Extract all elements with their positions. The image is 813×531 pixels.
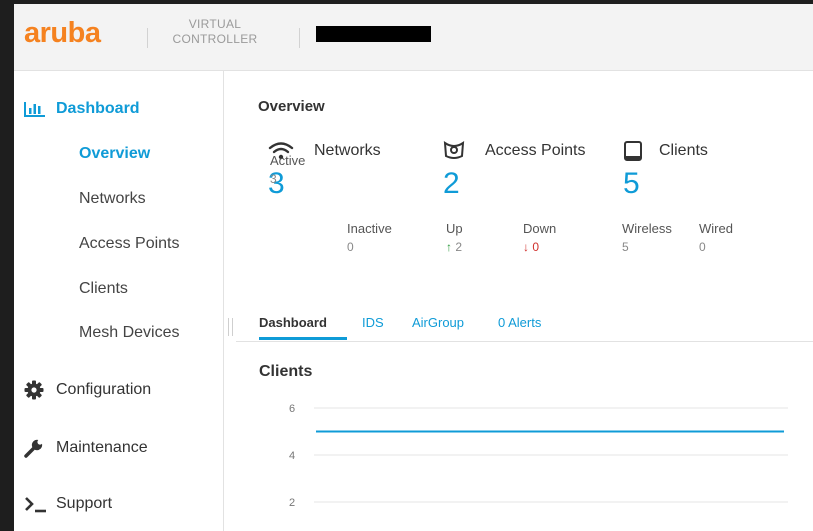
clients-wired-value: 0	[699, 240, 706, 254]
networks-inactive-label: Inactive	[347, 221, 392, 236]
sidebar-item-support[interactable]: Support	[24, 495, 112, 513]
sidebar-item-label: Dashboard	[56, 100, 140, 117]
up-count: 2	[455, 240, 463, 254]
networks-inactive-value: 0	[347, 240, 354, 254]
sidebar-item-label: Maintenance	[56, 439, 148, 456]
networks-active: Active 3	[270, 153, 305, 186]
product-name-line1: VIRTUAL	[188, 17, 242, 31]
networks-inactive: Inactive 0	[347, 221, 392, 254]
clients-chart: 6 4 2	[289, 403, 788, 509]
networks-active-value: 3	[270, 172, 277, 186]
sidebar-item-label: Configuration	[56, 381, 152, 398]
arrow-up-icon: ↑	[446, 240, 452, 254]
tab-ids[interactable]: IDS	[362, 315, 384, 330]
clients-wired-label: Wired	[699, 221, 733, 236]
sidebar: Dashboard Overview Networks Access Point…	[14, 71, 224, 531]
sidebar-item-dashboard[interactable]: Dashboard	[24, 100, 140, 118]
sidebar-item-clients[interactable]: Clients	[79, 280, 128, 298]
clients-label: Clients	[659, 142, 708, 159]
aruba-logo[interactable]: aruba	[24, 17, 101, 50]
access-points-summary[interactable]: Access Points 2	[443, 139, 585, 202]
access-points-down: Down ↓ 0	[523, 221, 556, 254]
clients-summary[interactable]: Clients 5	[623, 139, 708, 202]
sidebar-item-mesh-devices[interactable]: Mesh Devices	[79, 324, 179, 342]
sidebar-item-label: Support	[56, 495, 113, 512]
active-tab-indicator	[259, 337, 347, 340]
chart-y-tick-label: 4	[289, 450, 295, 462]
dashboard-tabs: Dashboard IDS AirGroup 0 Alerts	[236, 301, 813, 342]
product-name-line2: CONTROLLER	[172, 32, 258, 46]
main-content: Overview Networks 3 Active 3 Inactive 0 …	[236, 71, 813, 531]
access-points-up: Up ↑ 2	[446, 221, 463, 254]
clients-wireless-value: 5	[622, 240, 629, 254]
redacted-controller-name	[316, 26, 431, 42]
wrench-icon	[24, 438, 56, 458]
networks-active-label: Active	[270, 153, 306, 168]
arrow-down-icon: ↓	[523, 240, 529, 254]
product-name: VIRTUAL CONTROLLER	[172, 17, 258, 47]
tablet-icon	[623, 141, 659, 161]
bar-chart-icon	[24, 101, 56, 117]
sidebar-item-configuration[interactable]: Configuration	[24, 380, 151, 400]
access-points-up-label: Up	[446, 221, 463, 236]
chart-y-tick-label: 2	[289, 497, 295, 509]
header-divider	[299, 28, 300, 48]
down-count: 0	[532, 240, 540, 254]
sidebar-resize-handle[interactable]	[228, 318, 233, 336]
clients-wireless-label: Wireless	[622, 221, 672, 236]
top-header: aruba VIRTUAL CONTROLLER	[14, 4, 813, 71]
sidebar-item-overview[interactable]: Overview	[79, 145, 150, 163]
access-points-count: 2	[443, 167, 460, 200]
app-window: aruba VIRTUAL CONTROLLER Dashboard Overv…	[14, 4, 813, 531]
terminal-icon	[24, 495, 56, 513]
access-points-label: Access Points	[485, 142, 586, 159]
sidebar-item-maintenance[interactable]: Maintenance	[24, 438, 148, 458]
clients-wireless: Wireless 5	[622, 221, 672, 254]
chart-y-tick-label: 6	[289, 403, 295, 415]
header-divider	[147, 28, 148, 48]
tab-alerts[interactable]: 0 Alerts	[498, 315, 541, 330]
access-point-icon	[443, 141, 485, 161]
networks-label: Networks	[314, 142, 381, 159]
clients-chart-title: Clients	[259, 363, 313, 380]
gear-icon	[24, 380, 56, 400]
clients-wired: Wired 0	[699, 221, 733, 254]
clients-count: 5	[623, 167, 640, 200]
sidebar-item-access-points[interactable]: Access Points	[79, 235, 179, 253]
tab-dashboard[interactable]: Dashboard	[259, 315, 327, 330]
sidebar-item-networks[interactable]: Networks	[79, 190, 146, 208]
page-title: Overview	[258, 98, 325, 115]
access-points-down-value: ↓ 0	[523, 240, 556, 254]
access-points-up-value: ↑ 2	[446, 240, 463, 254]
tab-airgroup[interactable]: AirGroup	[412, 315, 464, 330]
access-points-down-label: Down	[523, 221, 557, 236]
